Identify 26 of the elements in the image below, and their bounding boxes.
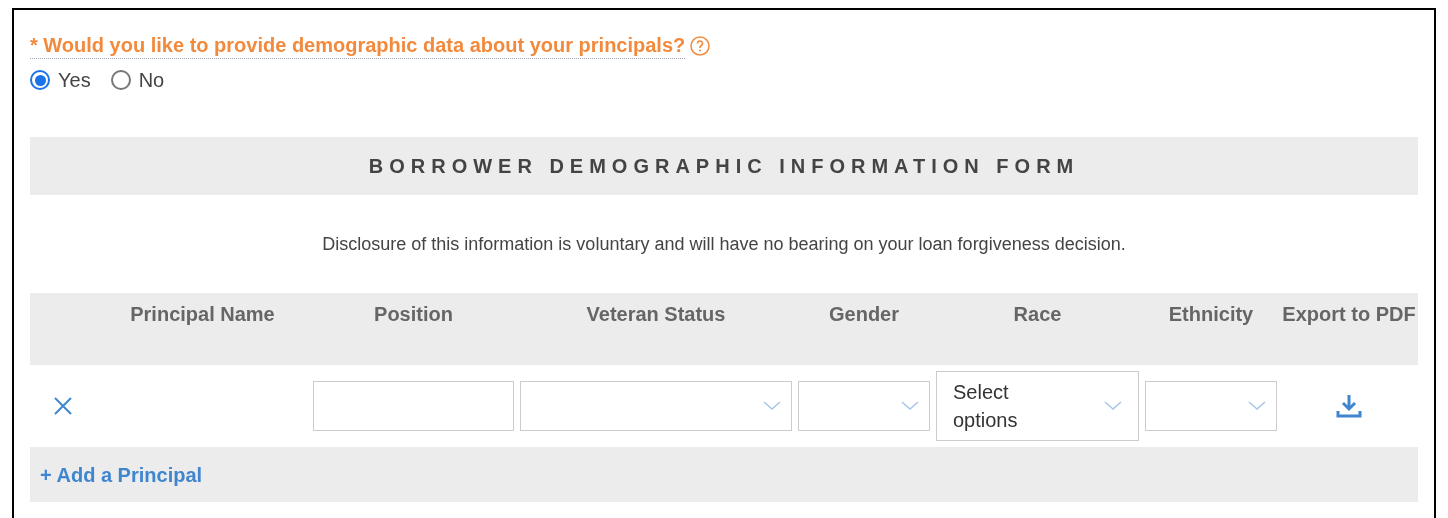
chevron-down-icon (1248, 401, 1266, 411)
column-header: Gender (829, 302, 899, 327)
radio-button[interactable] (30, 70, 50, 90)
dropdown[interactable] (798, 381, 930, 431)
radio-label[interactable]: No (138, 65, 165, 95)
chevron-down-icon (1104, 401, 1122, 411)
column-header: Position (374, 302, 453, 327)
position-field[interactable] (313, 381, 514, 431)
column-header: Principal Name (130, 302, 275, 327)
column-header: Ethnicity (1168, 302, 1254, 327)
question-label: * Would you like to provide demographic data about your principals? (30, 32, 686, 59)
chevron-down-icon (763, 401, 781, 411)
radio-button[interactable] (110, 70, 131, 90)
dropdown[interactable] (1145, 381, 1277, 431)
download-icon[interactable] (1335, 392, 1363, 420)
help-icon[interactable] (689, 34, 712, 57)
column-header: Veteran Status (586, 302, 726, 327)
column-header: Race (1013, 302, 1062, 327)
radio-label[interactable]: Yes (58, 65, 91, 95)
column-header: Export to PDF (1282, 302, 1416, 327)
remove-icon[interactable] (52, 396, 73, 416)
disclosure-text: Disclosure of this information is voluntary and will have no bearing on your loan forgiveness decision. (322, 232, 1126, 256)
chevron-down-icon (901, 401, 919, 411)
multi-select-dropdown[interactable]: Select options (936, 371, 1139, 441)
form-title: BORROWER DEMOGRAPHIC INFORMATION FORM (368, 154, 1080, 179)
dropdown[interactable] (520, 381, 792, 431)
